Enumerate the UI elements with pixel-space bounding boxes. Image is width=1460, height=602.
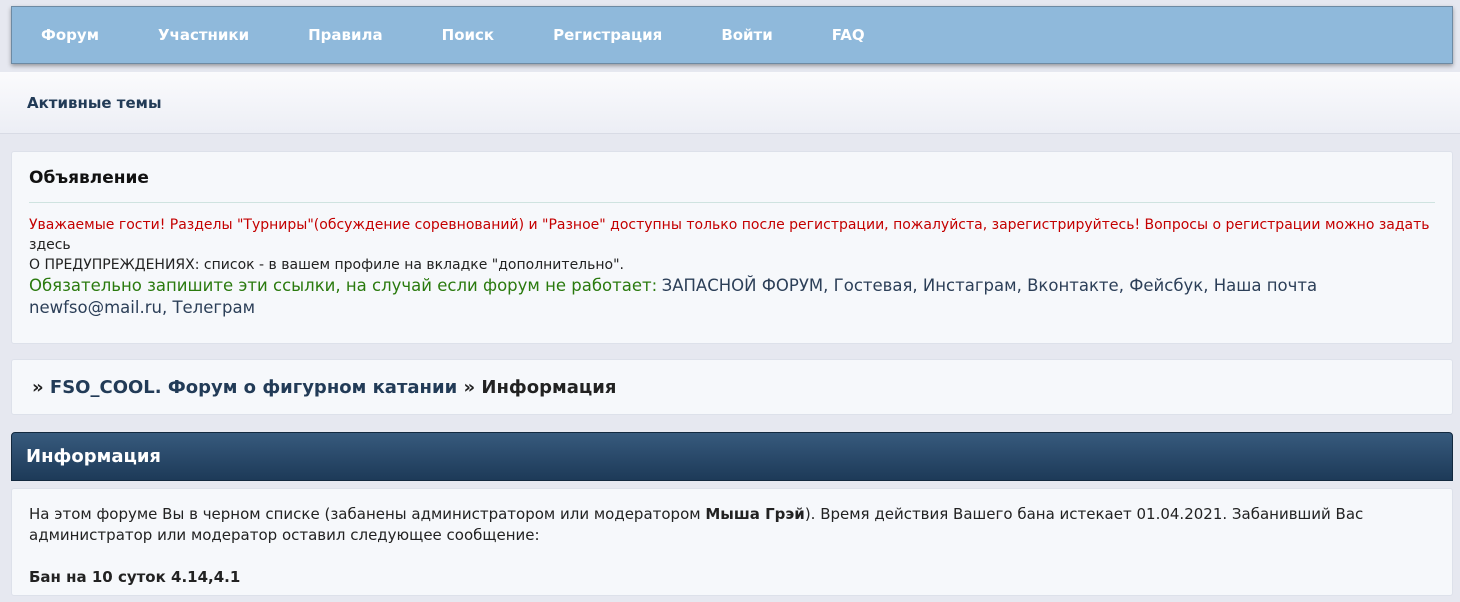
main-navigation: Форум Участники Правила Поиск Регистраци… <box>11 6 1453 64</box>
announcement-body: Уважаемые гости! Разделы "Турниры"(обсуж… <box>29 203 1435 319</box>
links-intro: Обязательно запишите эти ссылки, на случ… <box>29 276 658 295</box>
active-topics-link[interactable]: Активные темы <box>27 94 162 112</box>
announcement-panel: Объявление Уважаемые гости! Разделы "Тур… <box>11 151 1453 344</box>
breadcrumb-separator: » <box>32 376 44 398</box>
moderator-name: Мыша Грэй <box>705 505 805 523</box>
nav-search[interactable]: Поиск <box>442 26 494 44</box>
nav-login[interactable]: Войти <box>721 26 772 44</box>
breadcrumb-separator: » <box>463 376 476 398</box>
telegram-link[interactable]: Телеграм <box>172 298 255 317</box>
vkontakte-link[interactable]: Вконтакте <box>1027 276 1119 295</box>
info-panel: На этом форуме Вы в черном списке (забан… <box>11 488 1453 596</box>
facebook-link[interactable]: Фейсбук <box>1129 276 1203 295</box>
nav-faq[interactable]: FAQ <box>832 26 865 44</box>
nav-forum[interactable]: Форум <box>41 26 99 44</box>
breadcrumb-current: Информация <box>481 376 617 398</box>
backup-forum-link[interactable]: ЗАПАСНОЙ ФОРУМ <box>662 276 824 295</box>
nav-members[interactable]: Участники <box>158 26 249 44</box>
ban-notice: На этом форуме Вы в черном списке (забан… <box>29 504 1435 546</box>
instagram-link[interactable]: Инстаграм <box>923 276 1017 295</box>
guest-notice: Уважаемые гости! Разделы "Турниры"(обсуж… <box>29 217 1430 233</box>
breadcrumb: » FSO_COOL. Форум о фигурном катании » И… <box>32 377 616 398</box>
breadcrumb-panel: » FSO_COOL. Форум о фигурном катании » И… <box>11 359 1453 415</box>
registration-questions-link[interactable]: здесь <box>29 237 71 253</box>
ban-message: Бан на 10 суток 4.14,4.1 <box>29 568 241 586</box>
warnings-notice: О ПРЕДУПРЕЖДЕНИЯХ: список - в вашем проф… <box>29 257 624 273</box>
nav-rules[interactable]: Правила <box>308 26 383 44</box>
nav-register[interactable]: Регистрация <box>553 26 662 44</box>
ban-notice-text: На этом форуме Вы в черном списке (забан… <box>29 505 706 523</box>
breadcrumb-forum-link[interactable]: FSO_COOL. Форум о фигурном катании <box>50 377 457 398</box>
sub-navigation: Активные темы <box>0 72 1460 134</box>
announcement-title: Объявление <box>29 168 1435 203</box>
guestbook-link[interactable]: Гостевая <box>834 276 913 295</box>
info-heading: Информация <box>11 432 1453 481</box>
